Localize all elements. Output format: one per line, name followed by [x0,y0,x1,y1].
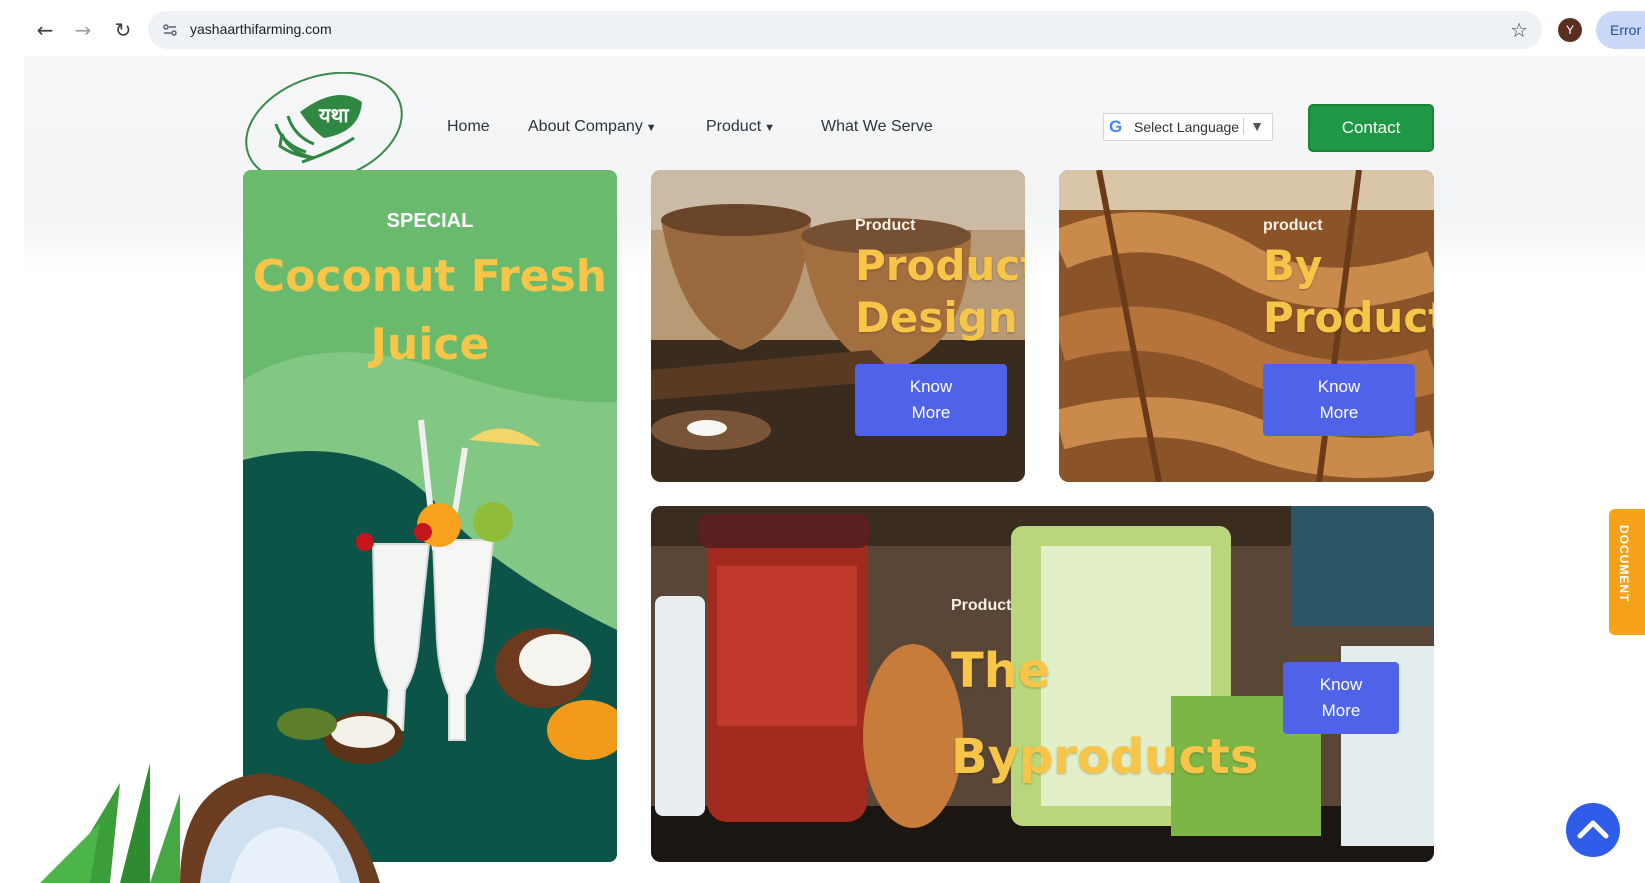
dropdown-arrow-icon: ▼ [1243,118,1264,134]
error-badge[interactable]: Error [1596,11,1645,49]
google-g-icon: G [1109,117,1123,136]
product-design-title-line2: Design [855,293,1018,342]
nav-about-company[interactable]: About Company ▼ [528,118,657,136]
know-more-line1: Know [1317,377,1361,396]
by-product-know-more-button[interactable]: Know More [1263,364,1415,436]
special-title-line1: Coconut Fresh [252,251,608,302]
know-more-line1: Know [909,377,953,396]
logo-text: यथा [318,103,349,127]
know-more-line2: More [1321,701,1361,720]
nav-what-we-serve[interactable]: What We Serve [821,118,933,136]
product-design-title-line1: Product [855,241,1025,290]
site-logo[interactable]: यथा [242,71,406,185]
browser-toolbar: ← → ↻ yashaarthifarming.com ☆ Y Error [0,0,1645,56]
by-product-title: By Product [1263,240,1434,344]
by-product-title-line1: By [1263,241,1323,290]
byproducts-title: The Byproducts [951,628,1258,800]
coconut-decoration [40,763,380,883]
product-design-know-more-button[interactable]: Know More [855,364,1007,436]
product-design-title: Product Design [855,240,1025,344]
nav-home[interactable]: Home [447,118,490,136]
document-side-tab-label: DOCUMENT [1617,525,1631,603]
byproducts-eyebrow: Product [951,597,1012,614]
byproducts-card[interactable]: Product The Byproducts Know More [651,506,1434,862]
know-more-line2: More [1319,403,1359,422]
product-design-eyebrow: Product [855,217,916,234]
nav-home-label: Home [447,118,490,135]
special-title: Coconut Fresh Juice [243,243,617,379]
forward-arrow-icon[interactable]: → [69,16,97,44]
scroll-to-top-button[interactable] [1566,803,1620,857]
profile-avatar[interactable]: Y [1558,18,1582,42]
special-title-line2: Juice [370,319,490,370]
nav-product-label: Product [706,118,762,135]
byproducts-know-more-button[interactable]: Know More [1283,662,1399,734]
reload-icon[interactable]: ↻ [109,16,137,44]
contact-button[interactable]: Contact [1308,104,1434,152]
byproducts-title-line1: The [951,643,1051,699]
special-label: SPECIAL [386,210,474,232]
back-arrow-icon[interactable]: ← [31,16,59,44]
nav-about-label: About Company [528,118,643,135]
caret-down-icon: ▼ [764,122,776,134]
know-more-line2: More [911,403,951,422]
nav-what-we-serve-label: What We Serve [821,118,933,135]
by-product-title-line2: Product [1263,293,1434,342]
address-bar[interactable]: yashaarthifarming.com ☆ [148,11,1542,49]
know-more-line1: Know [1319,675,1363,694]
language-select[interactable]: G Select Language ▼ [1103,113,1273,141]
bookmark-star-icon[interactable]: ☆ [1510,18,1528,42]
chevron-up-icon [1577,820,1609,839]
language-select-label: Select Language [1134,119,1240,135]
byproducts-title-line2: Byproducts [951,729,1259,785]
product-design-card[interactable]: Product Product Design Know More [651,170,1025,482]
document-side-tab[interactable]: DOCUMENT [1609,509,1645,635]
url-text[interactable]: yashaarthifarming.com [190,21,332,37]
caret-down-icon: ▼ [645,122,657,134]
by-product-eyebrow: product [1263,217,1323,234]
nav-product[interactable]: Product ▼ [706,118,775,136]
site-settings-icon[interactable] [160,20,180,40]
by-product-card[interactable]: product By Product Know More [1059,170,1434,482]
